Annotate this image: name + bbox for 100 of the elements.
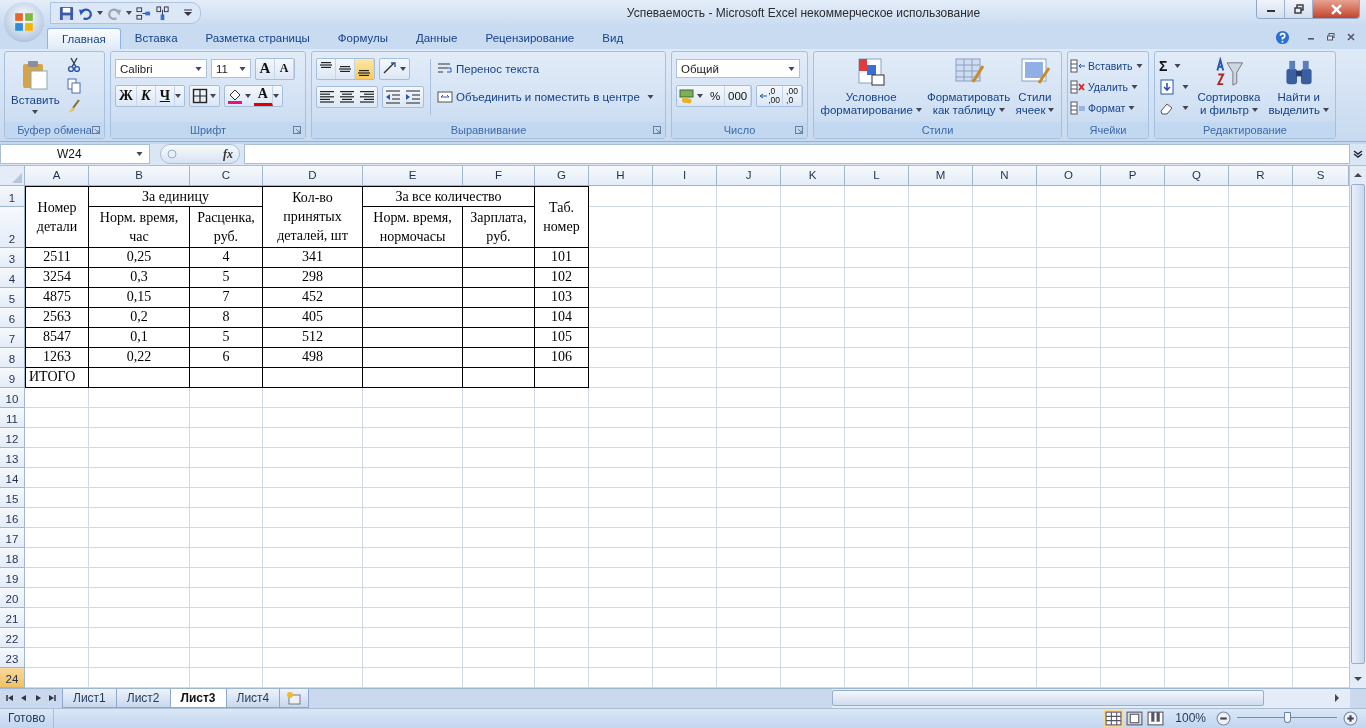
row-header[interactable]: 11 [0, 407, 25, 428]
caret-icon[interactable] [1131, 84, 1139, 89]
thousands-button[interactable]: 000 [725, 85, 752, 106]
styles-button[interactable]: Стили ячеек [1013, 53, 1057, 119]
ribbon-tab[interactable]: Главная [47, 27, 121, 49]
underline-button[interactable]: Ч [155, 85, 175, 106]
ribbon-tab[interactable]: Рецензирование [471, 27, 589, 49]
column-header[interactable]: N [973, 165, 1037, 186]
italic-button[interactable]: К [136, 85, 156, 106]
zoom-out-icon[interactable] [1216, 710, 1231, 726]
vertical-scrollbar[interactable] [1349, 165, 1366, 688]
cells-button[interactable]: Формат [1070, 97, 1146, 119]
caret-icon[interactable] [1182, 84, 1189, 89]
row-header[interactable]: 21 [0, 607, 25, 628]
font-size-field[interactable]: 11 [211, 59, 251, 79]
page-break-icon[interactable] [1146, 709, 1166, 727]
caret-icon[interactable] [1135, 63, 1143, 68]
caret-icon[interactable] [97, 11, 103, 15]
next-sheet-icon[interactable] [34, 694, 42, 703]
row-header[interactable]: 2 [0, 206, 25, 248]
ribbon-tab[interactable]: Вставка [120, 27, 192, 49]
caret-icon[interactable] [1174, 63, 1182, 68]
row-header[interactable]: 23 [0, 647, 25, 668]
column-header[interactable]: B [89, 165, 190, 186]
launcher-icon[interactable] [293, 125, 301, 134]
row-header[interactable]: 15 [0, 487, 25, 508]
caret-icon[interactable] [244, 93, 251, 98]
column-header[interactable]: I [653, 165, 717, 186]
styles-button[interactable]: Условное форматирование [818, 53, 924, 119]
wrap-text-button[interactable]: Перенос текста [437, 57, 654, 80]
row-header[interactable]: 18 [0, 547, 25, 568]
column-header[interactable]: L [845, 165, 909, 186]
row-header[interactable]: 12 [0, 427, 25, 448]
launcher-icon[interactable] [92, 125, 100, 134]
restore-icon[interactable] [1326, 32, 1336, 43]
row-header[interactable]: 22 [0, 627, 25, 648]
caret-icon[interactable] [272, 93, 279, 98]
row-header[interactable]: 9 [0, 367, 25, 388]
column-header[interactable]: Q [1165, 165, 1229, 186]
row-header[interactable]: 13 [0, 447, 25, 468]
column-header[interactable]: G [535, 165, 589, 186]
ribbon-tab[interactable]: Разметка страницы [191, 27, 324, 49]
up-arrow-icon[interactable] [1354, 171, 1362, 178]
column-header[interactable]: P [1101, 165, 1165, 186]
row-header[interactable]: 8 [0, 347, 25, 368]
paste-button[interactable]: Вставить [9, 54, 62, 119]
row-header[interactable]: 6 [0, 307, 25, 328]
styles-button[interactable]: Форматировать как таблицу [924, 53, 1013, 119]
close-button[interactable] [1313, 0, 1359, 18]
editing-button[interactable]: Сортировка и фильтр [1195, 54, 1263, 119]
indent-icon[interactable] [405, 88, 421, 105]
caret-icon[interactable] [126, 11, 132, 15]
caret-icon[interactable] [788, 66, 795, 71]
sheet-tab[interactable]: Лист3 [169, 688, 227, 708]
caret-icon[interactable] [998, 107, 1005, 112]
normal-view-icon[interactable] [1104, 709, 1124, 727]
undo-icon[interactable] [78, 5, 93, 21]
horizontal-scrollbar[interactable] [832, 688, 1350, 708]
close-icon[interactable] [1346, 32, 1356, 43]
caret-icon[interactable] [400, 66, 406, 71]
insert-function-button[interactable]: fx [223, 146, 233, 162]
column-header[interactable]: K [781, 165, 845, 186]
down-arrow-icon[interactable] [1354, 675, 1362, 682]
column-header[interactable]: D [263, 165, 363, 186]
scissors-icon[interactable] [65, 56, 82, 73]
row-header[interactable]: 1 [0, 185, 25, 207]
slider-thumb[interactable] [1284, 712, 1291, 724]
caret-icon[interactable] [646, 94, 654, 99]
name-box[interactable]: W24 [0, 144, 150, 165]
decrease-decimal-button[interactable]: ,00 ,0 [783, 85, 802, 106]
ribbon-tab[interactable]: Данные [401, 27, 472, 49]
caret-icon[interactable] [915, 107, 922, 112]
launcher-icon[interactable] [653, 125, 661, 134]
fill-color-icon[interactable] [226, 87, 243, 104]
row-header[interactable]: 17 [0, 527, 25, 548]
column-header[interactable]: J [717, 165, 781, 186]
bold-button[interactable]: Ж [116, 85, 137, 106]
column-header[interactable]: O [1037, 165, 1101, 186]
caret-icon[interactable] [32, 109, 39, 114]
caret-icon[interactable] [1182, 106, 1189, 111]
cells-button[interactable]: Вставить [1070, 54, 1146, 77]
sheet-tab[interactable]: Лист2 [115, 688, 171, 708]
column-header[interactable]: C [190, 165, 263, 186]
editing-button[interactable]: Найти и выделить [1266, 54, 1331, 119]
row-header[interactable]: 20 [0, 587, 25, 608]
shrink-font-button[interactable]: A [275, 58, 294, 79]
autosum-button[interactable]: Σ [1159, 54, 1192, 77]
ribbon-tab[interactable]: Вид [588, 27, 638, 49]
column-header[interactable]: F [463, 165, 535, 186]
row-insert-icon[interactable] [136, 5, 151, 21]
caret-icon[interactable] [239, 66, 246, 71]
number-format-field[interactable]: Общий [676, 59, 800, 79]
align-icon[interactable] [319, 88, 335, 105]
caret-icon[interactable] [136, 152, 143, 157]
restore-button[interactable] [1285, 0, 1313, 18]
expand-icon[interactable] [1353, 149, 1363, 160]
previous-sheet-icon[interactable] [20, 694, 28, 703]
row-header[interactable]: 19 [0, 567, 25, 588]
align-icon[interactable] [339, 88, 355, 105]
row-header[interactable]: 5 [0, 287, 25, 308]
